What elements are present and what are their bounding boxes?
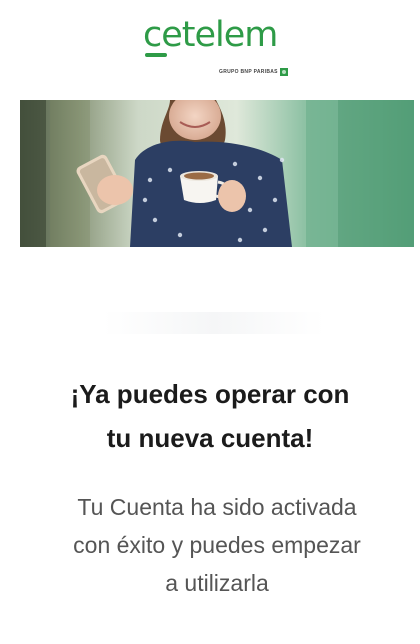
app-header: cetelem GRUPO BNP PARIBAS bbox=[0, 0, 420, 86]
message-line-3: a utilizarla bbox=[165, 570, 269, 596]
hero-image bbox=[20, 100, 414, 247]
logo-tagline: GRUPO BNP PARIBAS bbox=[219, 69, 278, 75]
cetelem-logo: cetelem GRUPO BNP PARIBAS bbox=[143, 15, 293, 76]
logo-accent-mark bbox=[145, 53, 167, 57]
woman-with-phone-illustration bbox=[20, 100, 414, 247]
title-line-1: ¡Ya puedes operar con bbox=[70, 379, 350, 409]
loading-placeholder bbox=[103, 312, 325, 334]
confirmation-title: ¡Ya puedes operar con tu nueva cuenta! bbox=[30, 372, 390, 460]
title-line-2: tu nueva cuenta! bbox=[106, 423, 314, 453]
message-line-2: con éxito y puedes empezar bbox=[73, 532, 361, 558]
message-line-1: Tu Cuenta ha sido activada bbox=[77, 494, 357, 520]
confirmation-message: Tu Cuenta ha sido activada con éxito y p… bbox=[30, 488, 404, 602]
logo-wordmark: cetelem bbox=[143, 15, 278, 55]
bnp-badge-icon bbox=[280, 68, 288, 76]
